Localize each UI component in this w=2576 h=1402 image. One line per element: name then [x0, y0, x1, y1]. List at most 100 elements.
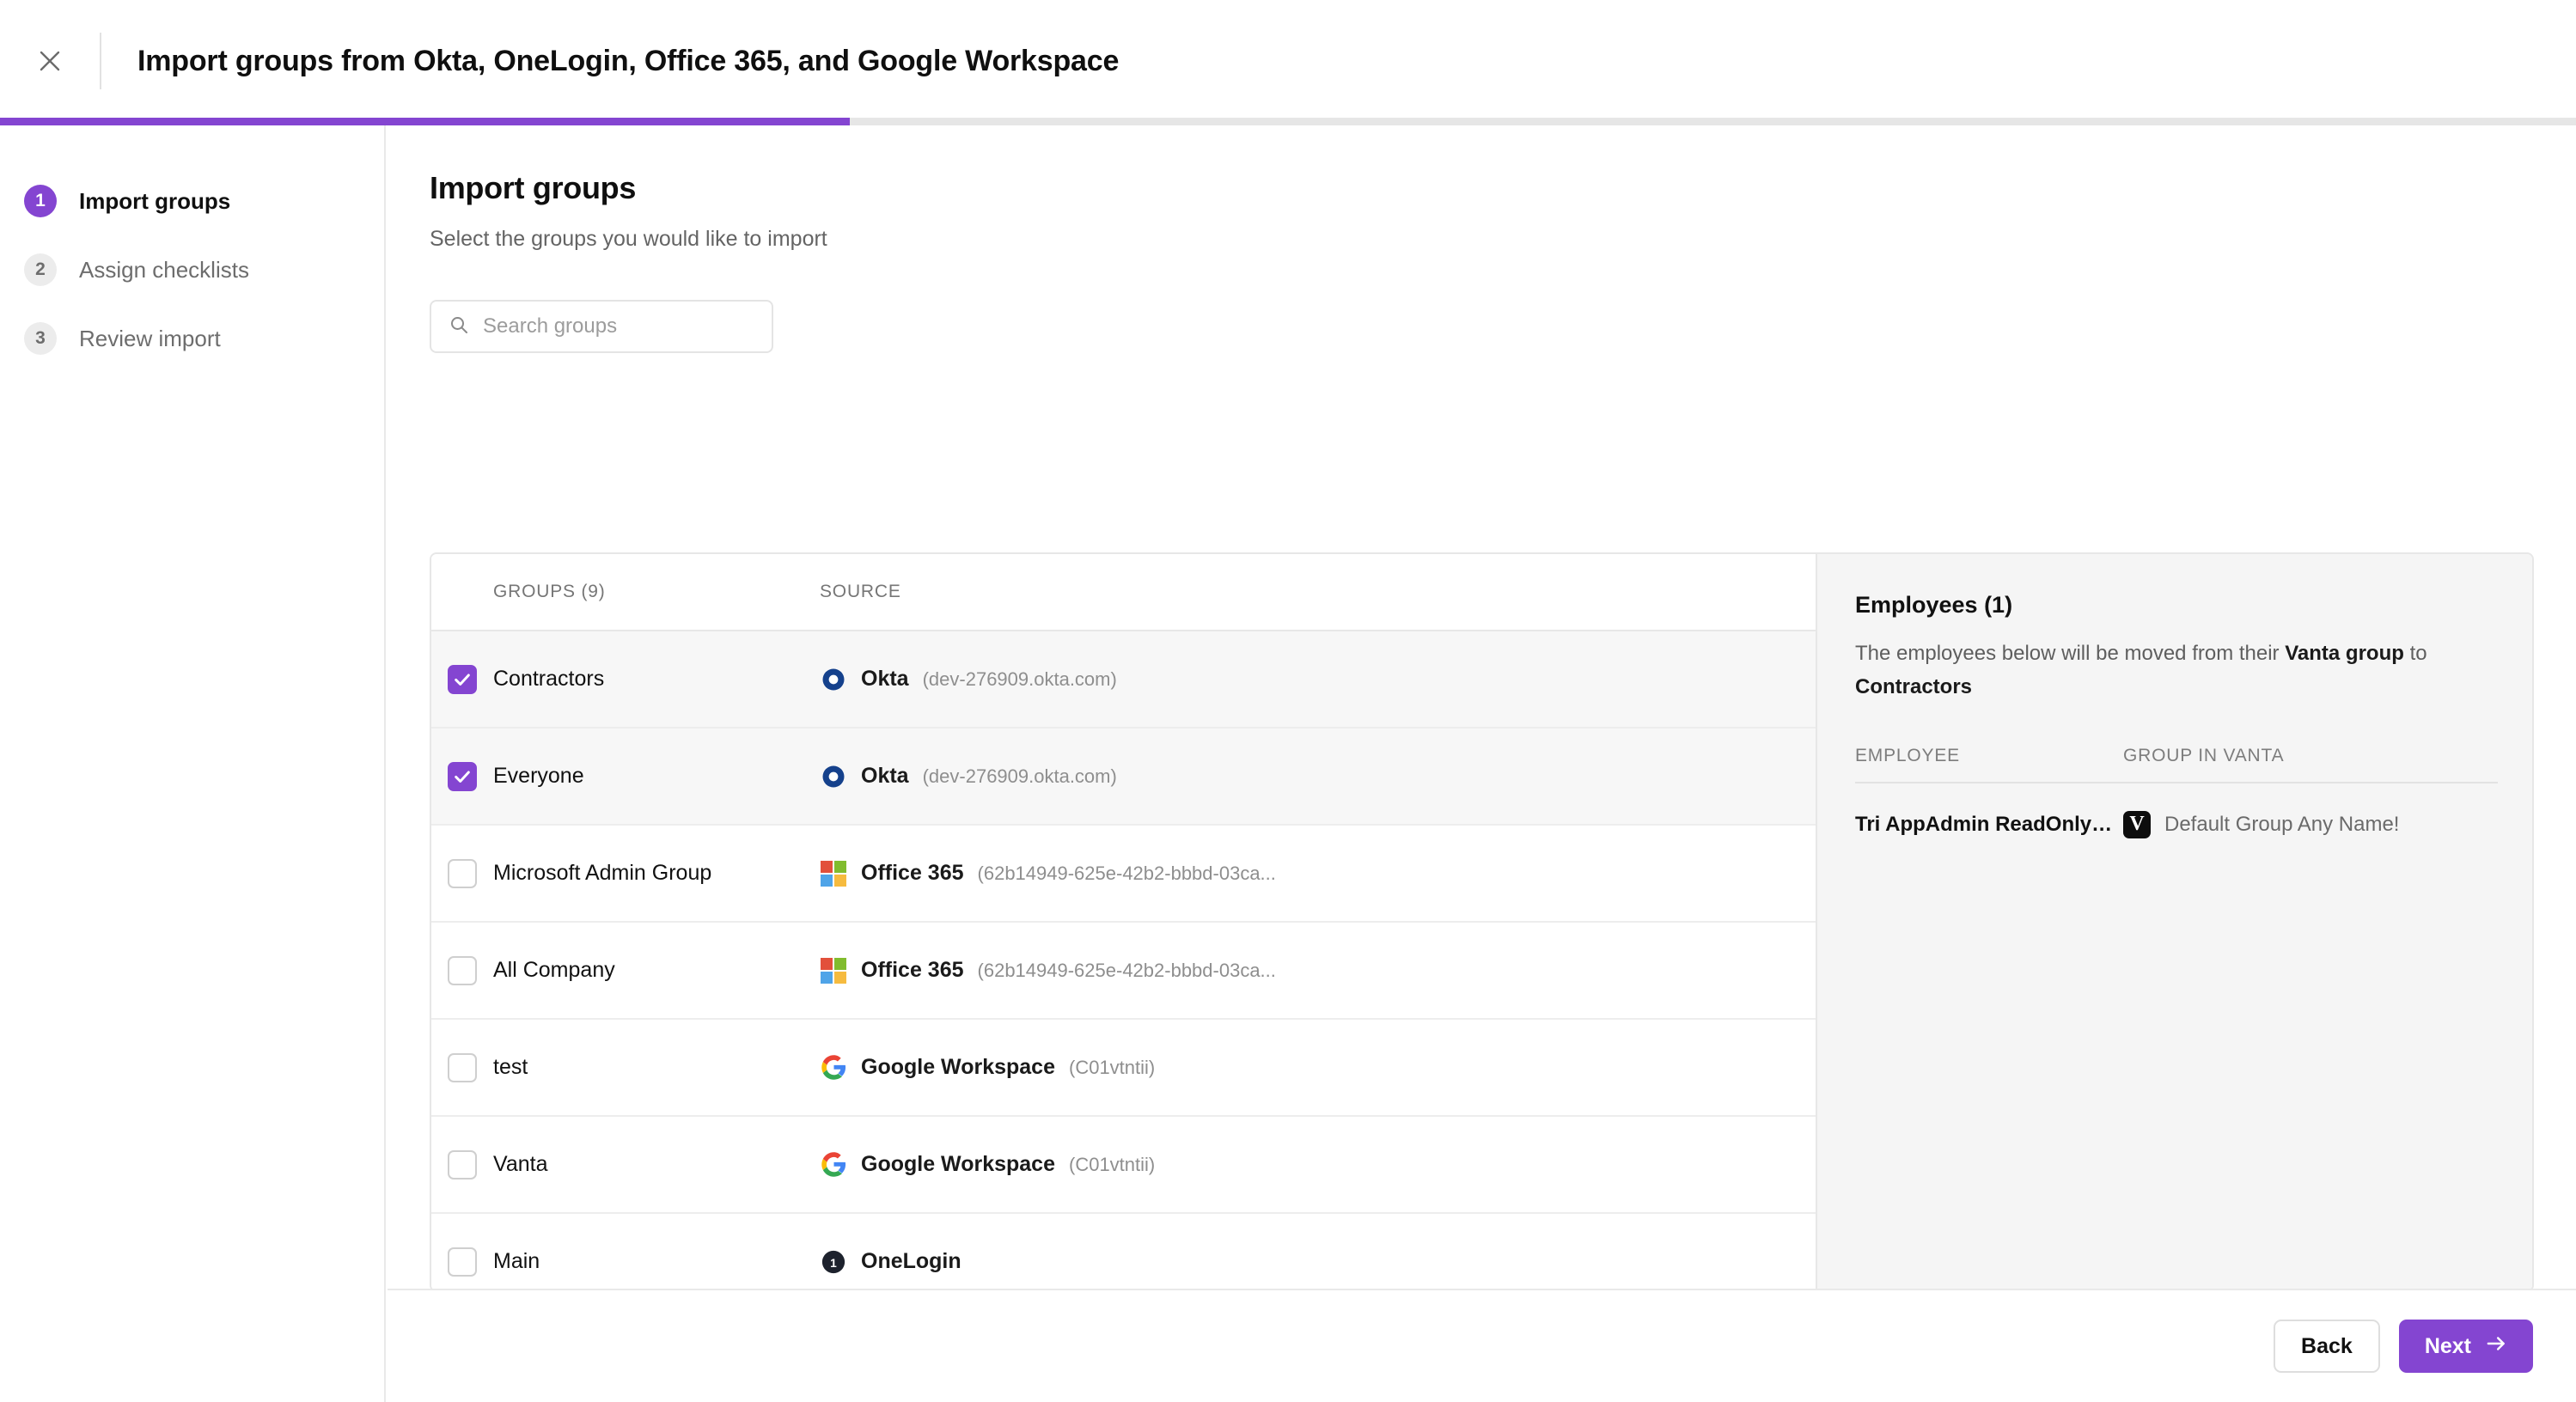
next-button[interactable]: Next	[2398, 1320, 2533, 1373]
detail-desc-bold-2: Contractors	[1855, 674, 1973, 698]
row-checkbox-cell	[431, 664, 493, 694]
table-row[interactable]: Contractors Okta (dev-276909.okta.com)	[431, 631, 1816, 728]
group-checkbox[interactable]	[448, 955, 477, 985]
table-row[interactable]: Vanta Google Workspace (C01vtntii)	[431, 1117, 1816, 1214]
row-checkbox-cell	[431, 761, 493, 791]
group-source-cell: 1 OneLogin	[820, 1248, 1816, 1276]
table-header-row: GROUPS (9) SOURCE	[431, 554, 1816, 631]
source-name: Okta	[861, 764, 909, 788]
detail-desc-part-1: The employees below will be moved from t…	[1855, 642, 2286, 665]
group-name: Vanta	[493, 1152, 548, 1176]
google-icon	[820, 1054, 847, 1082]
arrow-right-icon	[2485, 1332, 2507, 1361]
source-name: Office 365	[861, 861, 964, 885]
employee-group-cell: V Default Group Any Name!	[2123, 810, 2400, 838]
detail-description: The employees below will be moved from t…	[1855, 637, 2498, 704]
section-subtitle: Select the groups you would like to impo…	[430, 227, 827, 251]
source-name: Google Workspace	[861, 1152, 1055, 1176]
microsoft-icon	[820, 860, 847, 887]
google-icon	[820, 1151, 847, 1179]
group-source-cell: Office 365 (62b14949-625e-42b2-bbbd-03ca.…	[820, 860, 1816, 887]
row-checkbox-cell	[431, 955, 493, 985]
table-body: Contractors Okta (dev-276909.okta.com) Ever…	[431, 631, 1816, 1290]
employee-row: Tri AppAdmin ReadOnlyAd... V Default Group…	[1855, 783, 2498, 866]
source-id: (C01vtntii)	[1069, 1056, 1156, 1078]
sidebar-item-review-import[interactable]: 3 Review import	[0, 314, 384, 363]
sidebar-item-import-groups[interactable]: 1 Import groups	[0, 177, 384, 225]
employee-table-body: Tri AppAdmin ReadOnlyAd... V Default Group…	[1855, 783, 2498, 866]
employee-table-header: EMPLOYEE GROUP IN VANTA	[1855, 746, 2498, 782]
step-badge-1: 1	[24, 185, 57, 217]
source-name: Google Workspace	[861, 1055, 1055, 1079]
employee-name: Tri AppAdmin ReadOnlyAd...	[1855, 812, 2123, 836]
progress-bar	[0, 118, 2576, 125]
modal-header: Import groups from Okta, OneLogin, Offic…	[0, 0, 2576, 122]
detail-title: Employees (1)	[1855, 592, 2013, 618]
section-title: Import groups	[430, 170, 637, 205]
row-checkbox-cell	[431, 1052, 493, 1082]
group-checkbox[interactable]	[448, 664, 477, 694]
column-header-employee: EMPLOYEE	[1855, 745, 1960, 765]
group-checkbox[interactable]	[448, 858, 477, 888]
source-id: (C01vtntii)	[1069, 1153, 1156, 1175]
search-icon	[449, 314, 469, 339]
source-id: (62b14949-625e-42b2-bbbd-03ca...	[977, 862, 1276, 884]
row-checkbox-cell	[431, 1247, 493, 1277]
groups-table: GROUPS (9) SOURCE Contractors Okta (dev-27…	[431, 554, 1817, 1290]
source-id: (dev-276909.okta.com)	[922, 765, 1117, 787]
source-id: (dev-276909.okta.com)	[922, 667, 1117, 690]
group-source-cell: Okta (dev-276909.okta.com)	[820, 763, 1816, 790]
step-sidebar: 1 Import groups 2 Assign checklists 3 Re…	[0, 125, 386, 1402]
back-button[interactable]: Back	[2274, 1320, 2380, 1373]
step-badge-2: 2	[24, 253, 57, 286]
search-input[interactable]	[483, 314, 754, 338]
detail-desc-bold-1: Vanta group	[2285, 642, 2404, 665]
table-row[interactable]: Main 1 OneLogin	[431, 1214, 1816, 1290]
table-row[interactable]: All Company Office 365 (62b14949-625e-42b2…	[431, 923, 1816, 1020]
close-icon[interactable]	[26, 37, 74, 85]
onelogin-icon: 1	[820, 1248, 847, 1276]
sidebar-item-label: Review import	[79, 325, 221, 351]
group-name: Everyone	[493, 764, 584, 788]
row-checkbox-cell	[431, 858, 493, 888]
page-title: Import groups from Okta, OneLogin, Offic…	[137, 44, 1120, 77]
group-name: Main	[493, 1249, 540, 1273]
table-row[interactable]: Everyone Okta (dev-276909.okta.com)	[431, 728, 1816, 826]
employees-detail-pane: Employees (1) The employees below will b…	[1817, 554, 2532, 1290]
table-row[interactable]: Microsoft Admin Group Office 365 (62b14949…	[431, 826, 1816, 923]
sidebar-item-assign-checklists[interactable]: 2 Assign checklists	[0, 246, 384, 294]
search-box[interactable]	[430, 300, 773, 353]
group-source-cell: Office 365 (62b14949-625e-42b2-bbbd-03ca.…	[820, 957, 1816, 984]
group-name: test	[493, 1055, 528, 1079]
sidebar-item-label: Assign checklists	[79, 256, 249, 283]
modal-footer: Back Next	[388, 1289, 2576, 1402]
step-badge-3: 3	[24, 322, 57, 355]
next-button-label: Next	[2424, 1333, 2471, 1358]
group-name: Contractors	[493, 667, 605, 691]
main-content: Import groups Select the groups you woul…	[388, 125, 2576, 1292]
microsoft-icon	[820, 957, 847, 984]
source-name: Office 365	[861, 958, 964, 982]
group-checkbox[interactable]	[448, 1247, 477, 1277]
source-id: (62b14949-625e-42b2-bbbd-03ca...	[977, 959, 1276, 981]
import-groups-modal: Import groups from Okta, OneLogin, Offic…	[0, 0, 2576, 1402]
group-checkbox[interactable]	[448, 761, 477, 791]
employee-group-name: Default Group Any Name!	[2164, 812, 2400, 836]
vanta-icon: V	[2123, 810, 2151, 838]
group-checkbox[interactable]	[448, 1052, 477, 1082]
progress-bar-fill	[0, 118, 851, 125]
column-header-group-in-vanta: GROUP IN VANTA	[2123, 745, 2285, 765]
group-checkbox[interactable]	[448, 1149, 477, 1180]
table-row[interactable]: test Google Workspace (C01vtntii)	[431, 1020, 1816, 1117]
okta-icon	[820, 666, 847, 693]
group-source-cell: Google Workspace (C01vtntii)	[820, 1054, 1816, 1082]
column-header-source: SOURCE	[820, 582, 901, 601]
group-source-cell: Google Workspace (C01vtntii)	[820, 1151, 1816, 1179]
group-name: All Company	[493, 958, 615, 982]
source-name: OneLogin	[861, 1249, 961, 1273]
header-divider	[100, 33, 101, 89]
group-source-cell: Okta (dev-276909.okta.com)	[820, 666, 1816, 693]
source-name: Okta	[861, 667, 909, 691]
group-name: Microsoft Admin Group	[493, 861, 712, 885]
detail-desc-part-2: to	[2403, 642, 2427, 665]
